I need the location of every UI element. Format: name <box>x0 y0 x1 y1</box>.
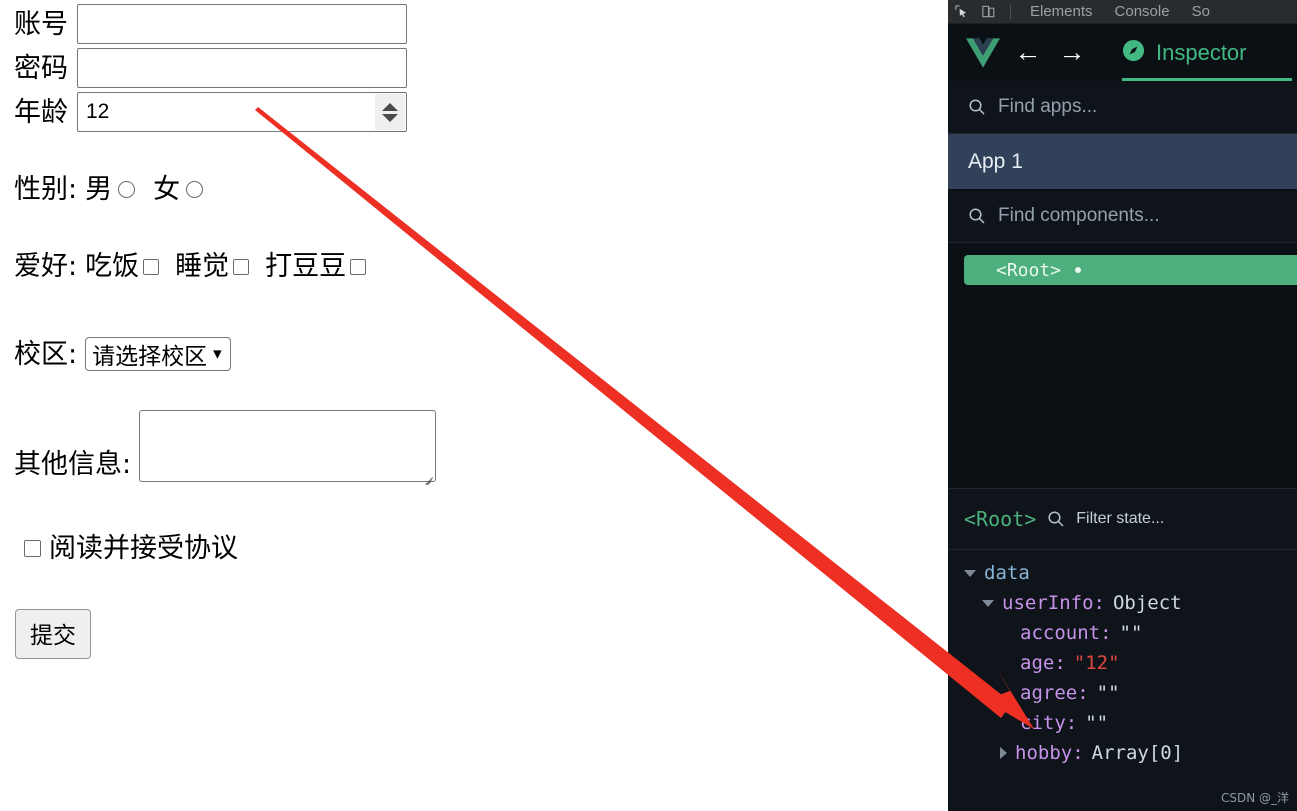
form-page: 账号 密码 年龄 12 性别: 男 女 爱好: 吃饭 睡觉 打豆豆 校区: 请选… <box>0 0 948 811</box>
state-key: userInfo: <box>1002 592 1105 614</box>
state-tree-row-city[interactable]: city: "" <box>948 708 1297 738</box>
caret-right-icon[interactable] <box>1000 747 1007 759</box>
hobby-option-doudou-label: 打豆豆 <box>265 251 347 282</box>
field-row-account: 账号 <box>14 4 407 44</box>
watermark: CSDN @_洋 <box>1220 791 1289 805</box>
field-row-age: 年龄 12 <box>14 92 407 132</box>
agreement-row[interactable]: 阅读并接受协议 <box>24 535 238 562</box>
age-input[interactable]: 12 <box>77 92 407 132</box>
age-stepper[interactable] <box>375 94 405 130</box>
screenshot-root: 账号 密码 年龄 12 性别: 男 女 爱好: 吃饭 睡觉 打豆豆 校区: 请选… <box>0 0 1297 811</box>
search-icon <box>1047 510 1065 528</box>
hobby-option-sleep-label: 睡觉 <box>175 251 230 282</box>
gender-radio-female[interactable] <box>186 181 204 198</box>
state-panel-root-tag: <Root> <box>964 507 1037 531</box>
component-status-dot-icon <box>1075 267 1082 273</box>
campus-select[interactable]: 请选择校区 ▾ <box>85 337 231 371</box>
gender-option-female-label: 女 <box>153 174 181 205</box>
filter-state-placeholder: Filter state... <box>1076 510 1165 527</box>
nav-forward-arrow-icon[interactable]: → <box>1050 39 1094 66</box>
hobby-option-eat-label: 吃饭 <box>85 251 140 282</box>
label-password: 密码 <box>14 52 68 84</box>
state-tree-row-age[interactable]: age: "12" <box>948 648 1297 678</box>
label-hobby: 爱好: <box>14 251 78 282</box>
state-value[interactable]: Object <box>1113 592 1182 614</box>
label-account: 账号 <box>14 8 68 40</box>
other-info-textarea[interactable] <box>139 410 437 486</box>
state-tree-row-userInfo[interactable]: userInfo: Object <box>948 588 1297 618</box>
compass-icon <box>1122 39 1145 67</box>
devtools-panel: Elements Console So ← → Inspector Find a… <box>948 0 1297 811</box>
state-key: agree: <box>1020 682 1089 704</box>
state-tree-row-account[interactable]: account: "" <box>948 618 1297 648</box>
state-key: hobby: <box>1015 742 1084 764</box>
app-list-item-app1[interactable]: App 1 <box>948 134 1297 190</box>
state-panel-header: <Root> Filter state... <box>948 488 1297 550</box>
account-input[interactable] <box>77 4 407 44</box>
gender-option-male-label: 男 <box>85 174 113 205</box>
gender-radio-male[interactable] <box>118 181 136 198</box>
label-campus: 校区: <box>14 338 78 370</box>
state-tree-row-agree[interactable]: agree: "" <box>948 678 1297 708</box>
campus-row: 校区: 请选择校区 ▾ <box>14 337 231 371</box>
submit-button[interactable]: 提交 <box>15 609 91 659</box>
hobby-checkbox-sleep[interactable] <box>233 258 250 275</box>
inspect-element-icon[interactable] <box>948 0 975 24</box>
label-gender: 性别: <box>14 174 78 205</box>
component-tree-item-root[interactable]: <Root> <box>964 255 1297 285</box>
vue-logo-icon <box>960 37 1006 68</box>
hobby-row: 爱好: 吃饭 睡觉 打豆豆 <box>14 253 370 280</box>
chevron-down-icon: ▾ <box>213 344 222 364</box>
find-apps-search[interactable]: Find apps... <box>948 81 1297 134</box>
state-tree-row-data[interactable]: data <box>948 558 1297 588</box>
find-components-search[interactable]: Find components... <box>948 190 1297 243</box>
campus-select-value: 请选择校区 <box>92 344 208 370</box>
devtools-tab-console[interactable]: Console <box>1104 0 1181 24</box>
component-tree-item-label: <Root> <box>996 259 1062 281</box>
hobby-checkbox-eat[interactable] <box>143 258 160 275</box>
device-toolbar-icon[interactable] <box>975 0 1002 24</box>
label-age: 年龄 <box>14 96 68 128</box>
tab-active-underline <box>1122 78 1292 81</box>
agreement-checkbox[interactable] <box>24 540 41 557</box>
field-row-password: 密码 <box>14 48 407 88</box>
age-value: 12 <box>86 100 110 123</box>
search-icon <box>968 98 986 116</box>
devtools-topbar: Elements Console So <box>948 0 1297 24</box>
hobby-checkbox-doudou[interactable] <box>350 258 367 275</box>
component-tree: <Root> <box>948 243 1297 488</box>
search-icon <box>968 207 986 225</box>
state-key: account: <box>1020 622 1112 644</box>
resize-grip-icon[interactable] <box>421 468 434 486</box>
state-tree: data userInfo: Object account: "" age: "12" agr… <box>948 550 1297 768</box>
find-apps-placeholder: Find apps... <box>998 96 1098 117</box>
caret-down-icon[interactable] <box>964 569 976 577</box>
stepper-up-icon[interactable] <box>382 102 398 111</box>
state-key: city: <box>1020 712 1078 734</box>
stepper-down-icon[interactable] <box>382 113 398 122</box>
label-other-info: 其他信息: <box>14 449 132 480</box>
tab-inspector-label: Inspector <box>1156 39 1247 65</box>
devtools-tab-sources[interactable]: So <box>1181 0 1221 24</box>
app-list-item-label: App 1 <box>968 149 1023 173</box>
password-input[interactable] <box>77 48 407 88</box>
find-components-placeholder: Find components... <box>998 205 1160 226</box>
other-info-row: 其他信息: <box>14 410 437 486</box>
toolbar-divider <box>1010 4 1011 19</box>
state-value[interactable]: "" <box>1085 712 1108 734</box>
state-tree-row-hobby[interactable]: hobby: Array[0] <box>948 738 1297 768</box>
nav-back-arrow-icon[interactable]: ← <box>1006 39 1050 66</box>
state-value[interactable]: "" <box>1097 682 1120 704</box>
state-value[interactable]: "" <box>1120 622 1143 644</box>
caret-down-icon[interactable] <box>982 599 994 607</box>
devtools-tab-elements[interactable]: Elements <box>1019 0 1104 24</box>
tab-inspector[interactable]: Inspector <box>1122 24 1292 81</box>
vue-devtools-header: ← → Inspector <box>948 24 1297 81</box>
gender-row: 性别: 男 女 <box>14 176 209 203</box>
state-value[interactable]: Array[0] <box>1092 742 1184 764</box>
state-key: data <box>984 562 1030 584</box>
state-value[interactable]: "12" <box>1074 652 1120 674</box>
agreement-label: 阅读并接受协议 <box>49 533 238 564</box>
state-key: age: <box>1020 652 1066 674</box>
